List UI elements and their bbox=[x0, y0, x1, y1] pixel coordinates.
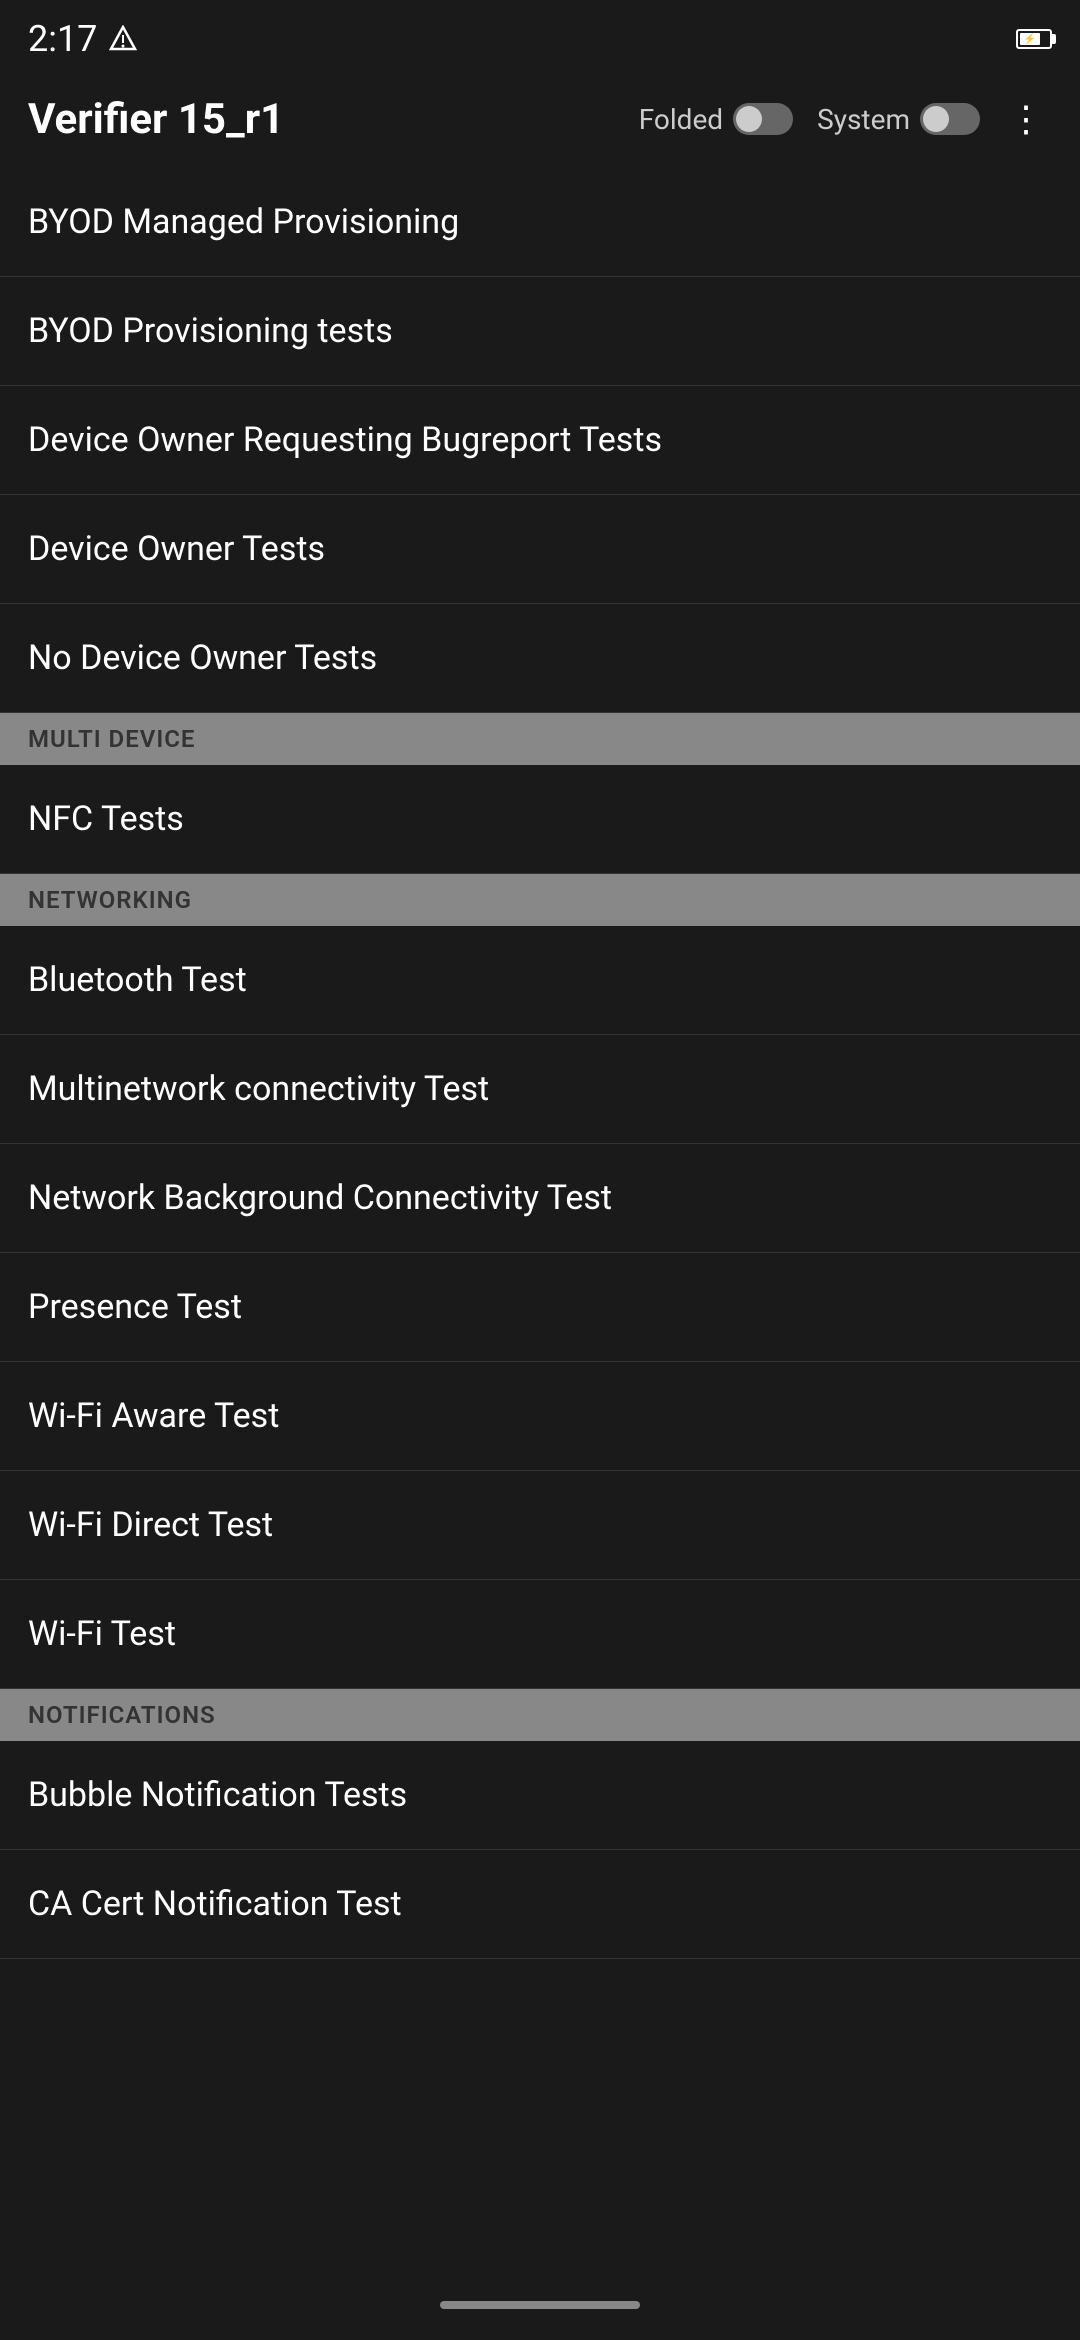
app-header: Verifier 15_r1 Folded System ⋮ bbox=[0, 70, 1080, 168]
list-item[interactable]: NFC Tests bbox=[0, 765, 1080, 874]
more-options-button[interactable]: ⋮ bbox=[1000, 90, 1052, 148]
list-item[interactable]: Bluetooth Test bbox=[0, 926, 1080, 1035]
app-title: Verifier 15_r1 bbox=[28, 95, 619, 144]
list-item[interactable]: Wi-Fi Aware Test bbox=[0, 1362, 1080, 1471]
folded-toggle[interactable] bbox=[733, 103, 793, 135]
list-item[interactable]: Device Owner Requesting Bugreport Tests bbox=[0, 386, 1080, 495]
list-item[interactable]: Presence Test bbox=[0, 1253, 1080, 1362]
list-item[interactable]: Device Owner Tests bbox=[0, 495, 1080, 604]
time-display: 2:17 bbox=[28, 18, 97, 60]
status-bar: 2:17 ⚡ bbox=[0, 0, 1080, 70]
folded-toggle-item: Folded bbox=[639, 103, 793, 136]
system-toggle-item: System bbox=[817, 103, 980, 136]
nav-bar bbox=[0, 2280, 1080, 2340]
battery-bolt: ⚡ bbox=[1024, 34, 1036, 45]
status-time: 2:17 bbox=[28, 18, 137, 60]
battery-fill: ⚡ bbox=[1020, 33, 1040, 45]
list-item[interactable]: Wi-Fi Test bbox=[0, 1580, 1080, 1689]
toggle-group: Folded System bbox=[639, 103, 980, 136]
folded-label: Folded bbox=[639, 103, 723, 136]
list-item[interactable]: CA Cert Notification Test bbox=[0, 1850, 1080, 1959]
signal-icon bbox=[109, 25, 137, 53]
list-item[interactable]: Multinetwork connectivity Test bbox=[0, 1035, 1080, 1144]
main-list: BYOD Managed ProvisioningBYOD Provisioni… bbox=[0, 168, 1080, 1959]
list-item[interactable]: BYOD Managed Provisioning bbox=[0, 168, 1080, 277]
battery-icon: ⚡ bbox=[1016, 29, 1052, 49]
list-item[interactable]: No Device Owner Tests bbox=[0, 604, 1080, 713]
system-toggle[interactable] bbox=[920, 103, 980, 135]
section-header-multi-device: MULTI DEVICE bbox=[0, 713, 1080, 765]
status-icons: ⚡ bbox=[1016, 29, 1052, 49]
nav-pill bbox=[440, 2301, 640, 2309]
section-header-notifications: NOTIFICATIONS bbox=[0, 1689, 1080, 1741]
list-item[interactable]: Wi-Fi Direct Test bbox=[0, 1471, 1080, 1580]
list-item[interactable]: Bubble Notification Tests bbox=[0, 1741, 1080, 1850]
list-item[interactable]: Network Background Connectivity Test bbox=[0, 1144, 1080, 1253]
list-item[interactable]: BYOD Provisioning tests bbox=[0, 277, 1080, 386]
system-label: System bbox=[817, 103, 910, 136]
section-header-networking: NETWORKING bbox=[0, 874, 1080, 926]
